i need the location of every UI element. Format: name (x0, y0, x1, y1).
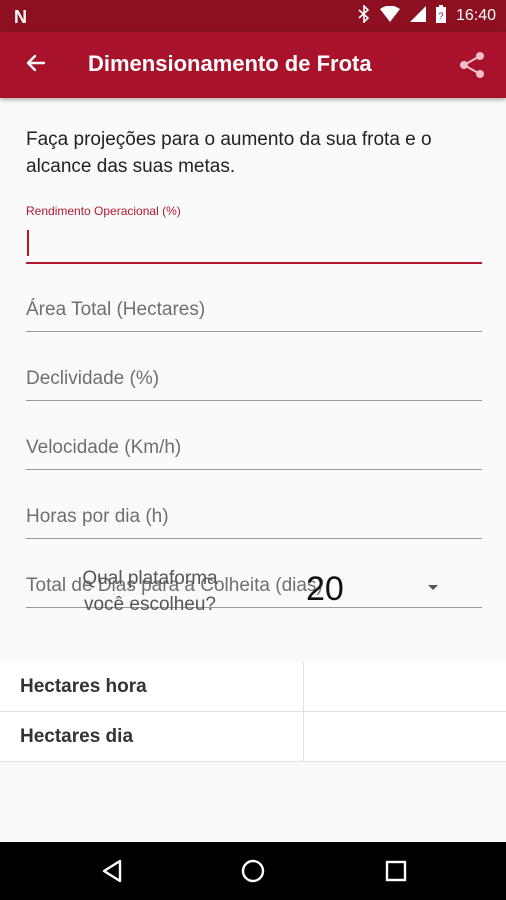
back-button[interactable] (20, 49, 52, 81)
area-input[interactable]: Área Total (Hectares) (26, 294, 482, 332)
square-recents-icon (385, 860, 407, 882)
declividade-placeholder: Declividade (%) (26, 368, 160, 389)
column-divider (303, 662, 304, 711)
page-title: Dimensionamento de Frota (88, 51, 372, 76)
intro-text: Faça projeções para o aumento da sua fro… (26, 129, 432, 177)
status-bar: N ? 16:40 (0, 0, 506, 32)
result-label: Hectares dia (20, 726, 134, 747)
notification-icon: N (14, 7, 27, 27)
column-divider (303, 712, 304, 761)
triangle-back-icon (102, 859, 122, 883)
horas-placeholder: Horas por dia (h) (26, 506, 169, 527)
velocidade-placeholder: Velocidade (Km/h) (26, 437, 182, 458)
nav-recents-button[interactable] (380, 855, 412, 887)
platform-question-line2: você escolheu? (83, 594, 217, 615)
wifi-icon (379, 5, 400, 27)
arrow-left-icon (24, 51, 48, 80)
rendimento-label: Rendimento Operacional (%) (26, 204, 181, 218)
input-underline (26, 262, 482, 264)
platform-question-line1: Qual plataforma (82, 568, 218, 589)
results-table: Hectares hora Hectares dia (0, 662, 506, 762)
input-underline (26, 331, 482, 332)
battery-icon: ? (435, 4, 446, 28)
share-icon (456, 52, 488, 85)
clock: 16:40 (455, 7, 496, 24)
navigation-bar (0, 842, 506, 900)
app-bar: Dimensionamento de Frota (0, 32, 506, 98)
horas-input[interactable]: Horas por dia (h) (26, 501, 482, 539)
rendimento-input[interactable] (26, 226, 482, 264)
nav-home-button[interactable] (237, 855, 269, 887)
svg-text:?: ? (438, 11, 443, 21)
platform-question: Qual plataforma você escolheu? (50, 566, 250, 618)
input-underline (26, 400, 482, 401)
input-underline (26, 469, 482, 470)
input-underline (26, 538, 482, 539)
platform-spinner-value[interactable]: 20 (306, 570, 344, 609)
platform-selector: Qual plataforma você escolheu? 20 (0, 560, 506, 650)
dropdown-arrow-icon[interactable] (428, 585, 438, 590)
result-label: Hectares hora (20, 676, 147, 697)
circle-home-icon (241, 859, 265, 883)
nav-back-button[interactable] (96, 855, 128, 887)
area-placeholder: Área Total (Hectares) (26, 299, 206, 320)
table-row: Hectares dia (0, 712, 506, 762)
declividade-input[interactable]: Declividade (%) (26, 363, 482, 401)
text-cursor (27, 230, 29, 256)
table-row: Hectares hora (0, 662, 506, 712)
velocidade-input[interactable]: Velocidade (Km/h) (26, 432, 482, 470)
share-button[interactable] (456, 49, 488, 81)
bluetooth-icon (358, 3, 370, 28)
signal-icon (409, 5, 426, 27)
